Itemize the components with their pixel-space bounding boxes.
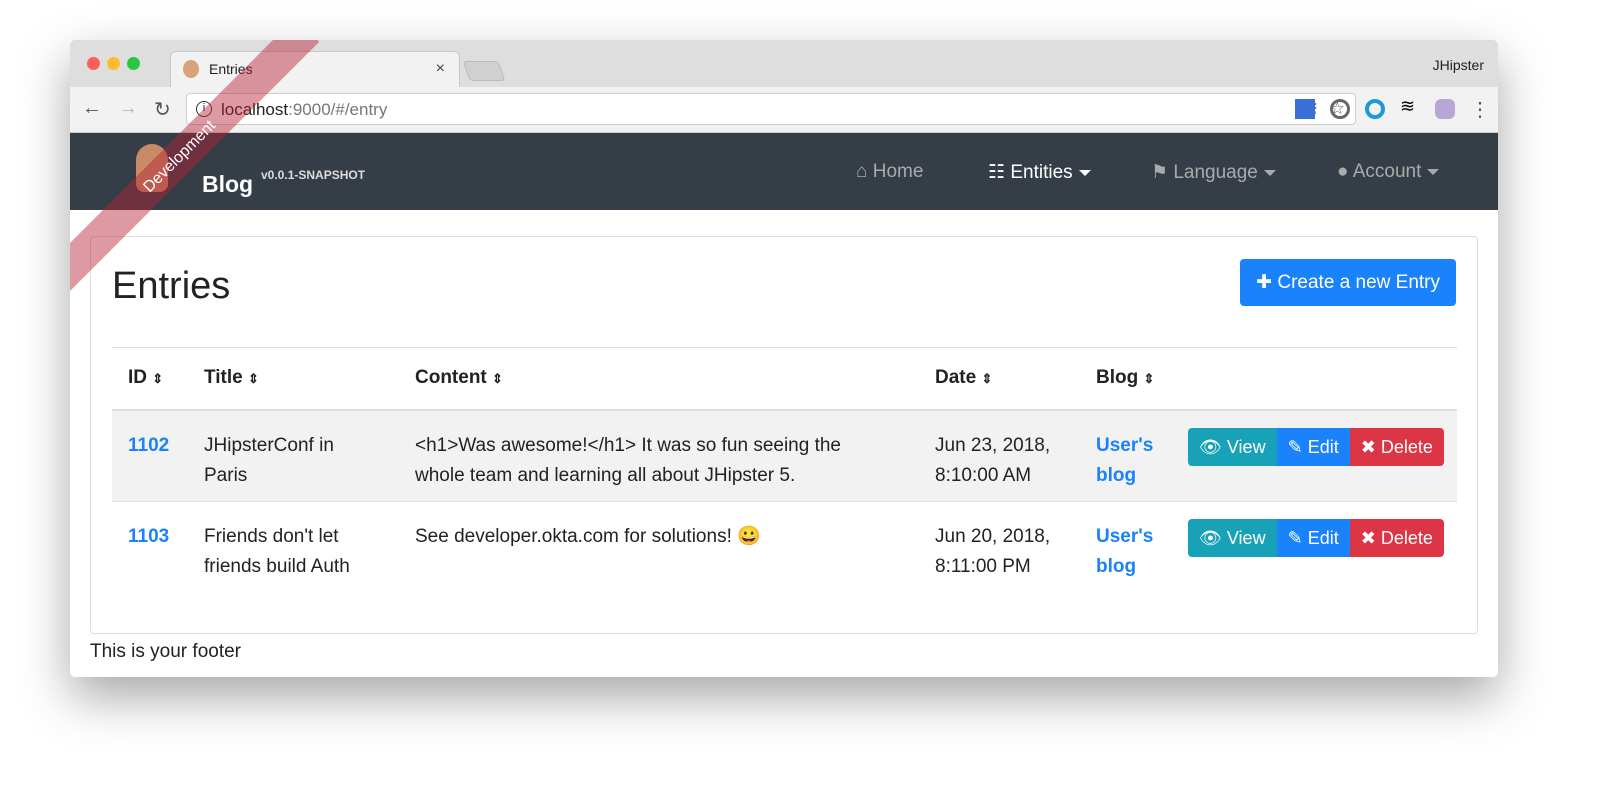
edit-button[interactable]: ✎ Edit <box>1276 519 1350 557</box>
entry-title: JHipsterConf in Paris <box>188 409 399 502</box>
entry-date: Jun 20, 2018, 8:11:00 PM <box>919 501 1080 594</box>
home-icon: ⌂ <box>856 161 868 182</box>
entry-content: <h1>Was awesome!</h1> It was so fun seei… <box>399 409 919 502</box>
jhipster-favicon-icon <box>183 60 199 78</box>
entry-blog-link[interactable]: User's blog <box>1096 435 1153 486</box>
brand-title[interactable]: Blog <box>202 171 253 198</box>
jhipster-logo[interactable] <box>136 144 168 192</box>
nav-account[interactable]: ● Account <box>1337 161 1440 183</box>
pencil-icon: ✎ <box>1287 528 1303 548</box>
header-id[interactable]: ID ⇕ <box>112 347 188 411</box>
browser-tab[interactable]: Entries × <box>170 51 460 87</box>
info-icon[interactable]: i <box>196 101 212 117</box>
entry-title: Friends don't let friends build Auth <box>188 501 399 594</box>
list-icon: ☷ <box>988 162 1006 183</box>
menu-icon[interactable]: ⋮ <box>1470 97 1490 122</box>
caret-down-icon <box>1078 169 1091 176</box>
header-date[interactable]: Date ⇕ <box>919 347 1080 411</box>
entry-id-link[interactable]: 1102 <box>128 435 169 456</box>
create-entry-button[interactable]: ✚ Create a new Entry <box>1240 259 1456 306</box>
app-navbar: Blog v0.0.1-SNAPSHOT ⌂ Home ☷ Entities ⚑… <box>70 133 1498 210</box>
view-button[interactable]: 👁 View <box>1188 519 1277 557</box>
footer: This is your footer <box>90 641 241 662</box>
user-icon: ● <box>1337 161 1349 182</box>
nav-language[interactable]: ⚑ Language <box>1151 161 1276 184</box>
layers-extension-icon[interactable]: ≋ <box>1400 96 1420 116</box>
pencil-icon: ✎ <box>1287 436 1303 457</box>
tab-bar: Entries × JHipster <box>70 40 1498 87</box>
entry-blog-link[interactable]: User's blog <box>1096 526 1153 577</box>
reload-icon[interactable]: ↻ <box>154 97 171 122</box>
sort-icon: ⇕ <box>492 371 503 387</box>
maximize-window-button[interactable] <box>127 57 140 70</box>
sort-icon: ⇕ <box>981 371 993 387</box>
cat-extension-icon[interactable] <box>1435 99 1455 119</box>
back-icon[interactable]: ← <box>82 97 102 120</box>
plus-icon: ✚ <box>1256 272 1273 293</box>
url-input[interactable]: i localhost:9000/#/entry ⚷ ☆ <box>186 93 1356 125</box>
tab-title: Entries <box>209 61 253 77</box>
url-host: localhost <box>221 100 289 119</box>
password-extension-icon[interactable] <box>1330 99 1350 119</box>
table-row: 1103 Friends don't let friends build Aut… <box>112 501 1457 594</box>
forward-icon[interactable]: → <box>118 97 138 120</box>
eye-icon: 👁 <box>1199 436 1222 457</box>
circle-extension-icon[interactable] <box>1365 99 1385 119</box>
entry-date: Jun 23, 2018, 8:10:00 AM <box>919 409 1080 502</box>
entry-content: See developer.okta.com for solutions! 😀 <box>399 501 919 594</box>
sort-icon: ⇕ <box>248 371 259 387</box>
entry-id-link[interactable]: 1103 <box>128 526 169 547</box>
times-icon: ✖ <box>1360 436 1376 457</box>
lighthouse-extension-icon[interactable] <box>1295 99 1315 119</box>
close-tab-icon[interactable]: × <box>436 60 445 78</box>
delete-button[interactable]: ✖ Delete <box>1349 519 1444 557</box>
delete-button[interactable]: ✖ Delete <box>1349 427 1444 466</box>
caret-down-icon <box>1427 168 1440 175</box>
close-window-button[interactable] <box>87 57 100 70</box>
browser-window: Entries × JHipster ← → ↻ i localhost:900… <box>70 40 1498 677</box>
eye-icon: 👁 <box>1199 528 1222 548</box>
sort-icon: ⇕ <box>152 371 164 387</box>
page-title: Entries <box>112 265 231 307</box>
entries-table: ID ⇕ Title ⇕ Content ⇕ Date ⇕ Blog ⇕ 110… <box>112 347 1457 594</box>
address-bar: ← → ↻ i localhost:9000/#/entry ⚷ ☆ ≋ ⋮ <box>70 87 1498 133</box>
edit-button[interactable]: ✎ Edit <box>1276 427 1350 466</box>
sort-icon: ⇕ <box>1143 371 1155 387</box>
caret-down-icon <box>1263 169 1276 176</box>
nav-home[interactable]: ⌂ Home <box>856 161 923 183</box>
header-blog[interactable]: Blog ⇕ <box>1080 347 1172 411</box>
minimize-window-button[interactable] <box>107 57 120 70</box>
header-title[interactable]: Title ⇕ <box>188 347 399 411</box>
url-path: :9000/#/entry <box>288 100 388 119</box>
table-row: 1102 JHipsterConf in Paris <h1>Was aweso… <box>112 409 1457 502</box>
profile-name[interactable]: JHipster <box>1433 57 1484 73</box>
entries-card: Entries ✚ Create a new Entry ID ⇕ Title … <box>90 236 1478 634</box>
version-label: v0.0.1-SNAPSHOT <box>261 168 366 182</box>
view-button[interactable]: 👁 View <box>1188 427 1277 466</box>
nav-entities[interactable]: ☷ Entities <box>988 161 1091 184</box>
flag-icon: ⚑ <box>1151 162 1169 183</box>
new-tab-button[interactable] <box>462 61 506 81</box>
times-icon: ✖ <box>1360 528 1376 548</box>
header-content[interactable]: Content ⇕ <box>399 347 919 411</box>
